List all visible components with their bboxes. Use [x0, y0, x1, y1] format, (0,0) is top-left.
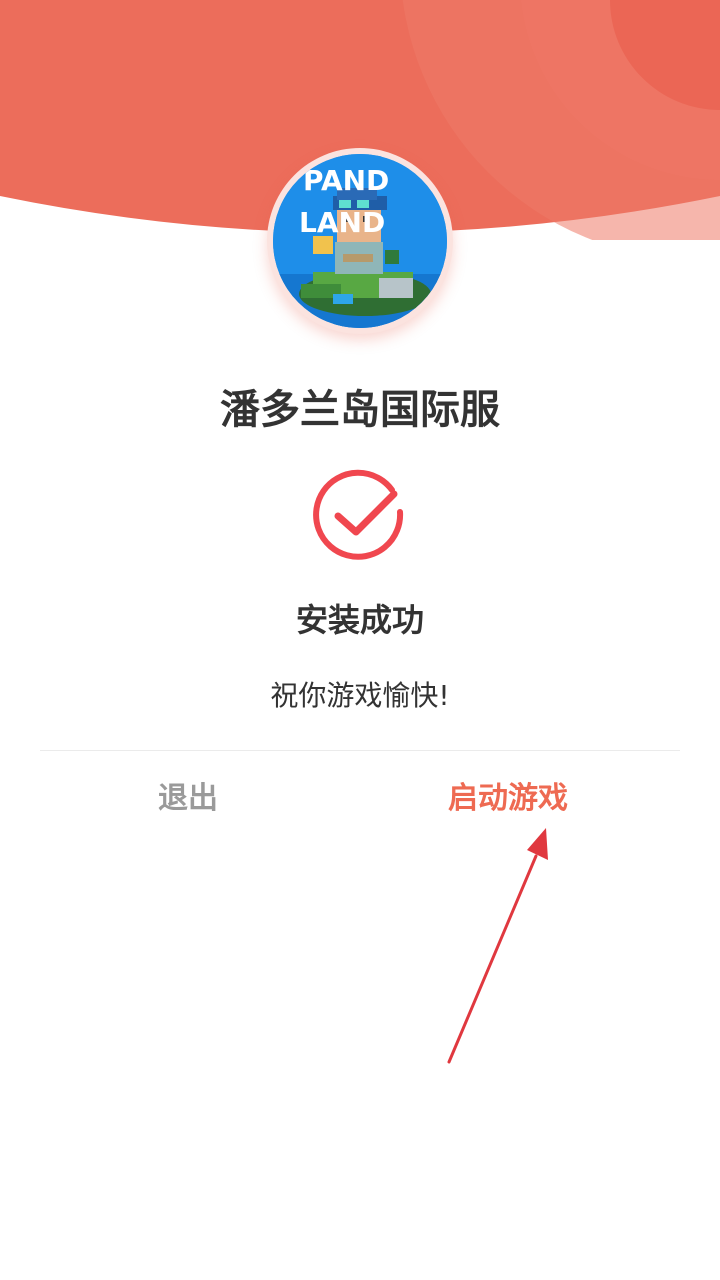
success-check-icon: [312, 468, 408, 564]
app-title: 潘多兰岛国际服: [220, 387, 500, 433]
divider: [40, 750, 680, 751]
install-result-screen: PAND LAND 潘多兰岛国际服 安装成功 祝你游戏愉快! 退出 启动游戏: [0, 0, 720, 1280]
icon-letters-top: PAND: [303, 164, 389, 197]
launch-game-button[interactable]: 启动游戏: [348, 772, 668, 826]
app-icon: PAND LAND: [273, 154, 447, 328]
app-icon-frame: PAND LAND: [267, 148, 453, 334]
install-status: 安装成功: [295, 601, 424, 639]
exit-button[interactable]: 退出: [28, 772, 348, 826]
icon-letters-bottom: LAND: [299, 206, 385, 239]
wish-message: 祝你游戏愉快!: [270, 679, 450, 712]
